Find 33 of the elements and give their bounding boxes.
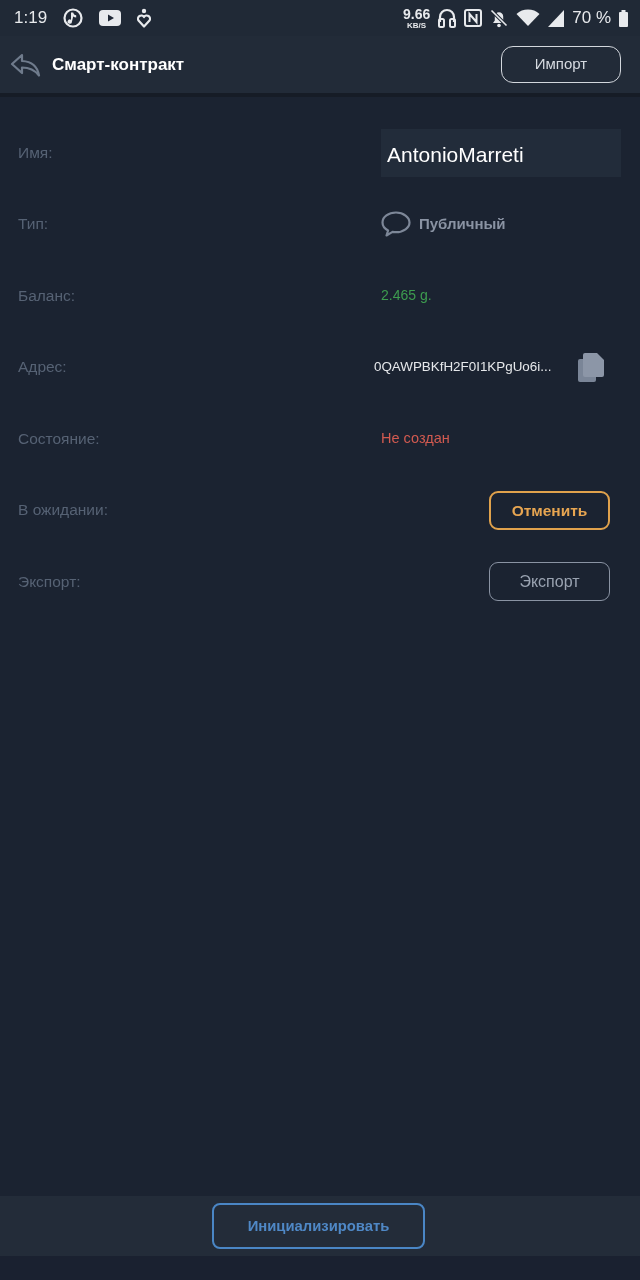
cancel-button[interactable]: Отменить (489, 490, 610, 530)
import-button[interactable]: Импорт (501, 46, 621, 83)
wifi-icon (516, 9, 541, 27)
field-label: Баланс: (18, 286, 76, 304)
contract-state: Не создан (381, 428, 450, 448)
field-label: Имя: (18, 143, 53, 161)
export-button[interactable]: Экспорт (489, 562, 610, 602)
speech-bubble-icon (381, 211, 411, 238)
field-label: Экспорт: (18, 572, 81, 590)
field-label: Тип: (18, 215, 49, 233)
clock-time: 1:19 (14, 7, 48, 30)
speed-unit: KB/S (407, 21, 427, 30)
play-button-icon (99, 10, 122, 26)
wallet-address: 0QAWPBKfH2F0I1KPgUo6i... (374, 358, 552, 377)
signal-icon (548, 9, 565, 27)
contract-type: Публичный (419, 214, 506, 234)
screen-title: Смарт-контракт (52, 53, 185, 76)
headphones-icon (438, 8, 457, 28)
copy-icon[interactable] (578, 352, 604, 382)
back-arrow-icon[interactable] (10, 52, 42, 77)
field-label: В ожидании: (18, 501, 108, 519)
bell-off-icon (490, 8, 509, 28)
battery-percent: 70 % (572, 7, 611, 30)
network-speed: 9.66 (403, 6, 431, 21)
music-note-icon (63, 8, 84, 28)
battery-icon (619, 9, 628, 27)
nfc-icon (464, 9, 483, 27)
initialize-button[interactable]: Инициализировать (212, 1203, 425, 1249)
name-input[interactable]: AntonioMarreti (381, 128, 621, 177)
heart-icon (137, 8, 152, 28)
balance-amount: 2.465 g. (381, 286, 432, 306)
field-label: Адрес: (18, 358, 67, 376)
field-label: Состояние: (18, 429, 100, 447)
